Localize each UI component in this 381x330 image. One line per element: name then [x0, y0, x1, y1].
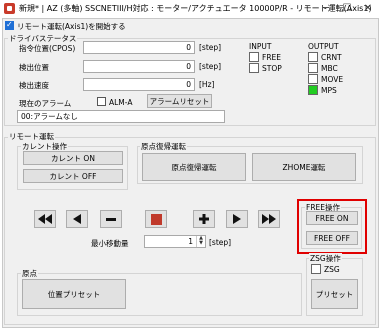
- current-on-button[interactable]: カレント ON: [23, 151, 123, 165]
- output-title: OUTPUT: [308, 42, 339, 51]
- detect-speed-field: 0: [83, 78, 195, 91]
- detect-speed-unit: [Hz]: [199, 80, 215, 89]
- jog-back-button[interactable]: [66, 210, 88, 228]
- detect-speed-label: 検出速度: [19, 81, 49, 90]
- output-move-label: MOVE: [321, 75, 344, 84]
- remote-start-label: リモート運転(Axis1)を開始する: [17, 22, 126, 31]
- output-mbc-label: MBC: [321, 64, 338, 73]
- alm-a-label: ALM-A: [109, 98, 133, 107]
- minus-icon: [106, 217, 116, 221]
- alarm-reset-button[interactable]: アラームリセット: [147, 94, 212, 108]
- alm-a-checkbox: [97, 97, 106, 106]
- double-left-icon: [38, 214, 52, 224]
- output-mbc-indicator: [308, 63, 318, 73]
- cpos-field: 0: [83, 41, 195, 54]
- min-move-label: 最小移動量: [91, 239, 129, 248]
- cpos-label: 指令位置(CPOS): [19, 44, 76, 53]
- stop-icon: [150, 213, 162, 225]
- detect-pos-label: 検出位置: [19, 63, 49, 72]
- zsg-operation-title: ZSG操作: [309, 253, 342, 264]
- origin-title: 原点: [21, 268, 38, 279]
- min-move-unit: [step]: [209, 238, 232, 247]
- right-icon: [233, 214, 241, 224]
- app-icon: [4, 3, 15, 14]
- detect-pos-unit: [step]: [199, 62, 222, 71]
- input-free-indicator: [249, 52, 259, 62]
- min-move-spinner[interactable]: ▲ ▼: [196, 236, 205, 247]
- home-return-title: 原点復帰運転: [140, 141, 187, 152]
- zhome-button[interactable]: ZHOME運転: [252, 153, 356, 181]
- output-mps-label: MPS: [321, 86, 337, 95]
- input-free-label: FREE: [262, 53, 282, 62]
- alarm-value-field: 00:アラームなし: [17, 110, 225, 123]
- position-preset-button[interactable]: 位置プリセット: [22, 279, 126, 309]
- preset-button[interactable]: プリセット: [311, 279, 358, 309]
- input-title: INPUT: [249, 42, 272, 51]
- cpos-unit: [step]: [199, 43, 222, 52]
- plus-icon: [199, 214, 209, 224]
- jog-forward-button[interactable]: [226, 210, 248, 228]
- zsg-label: ZSG: [324, 265, 340, 274]
- step-plus-button[interactable]: [193, 210, 215, 228]
- double-right-icon: [262, 214, 276, 224]
- input-stop-indicator: [249, 63, 259, 73]
- minimize-button[interactable]: ─: [316, 1, 336, 16]
- zsg-indicator: [311, 264, 321, 274]
- output-crnt-indicator: [308, 52, 318, 62]
- output-mps-indicator: [308, 85, 318, 95]
- close-button[interactable]: ✕: [358, 1, 378, 16]
- free-off-button[interactable]: FREE OFF: [306, 231, 358, 245]
- jog-fast-forward-button[interactable]: [258, 210, 280, 228]
- free-on-button[interactable]: FREE ON: [306, 211, 358, 225]
- current-alarm-label: 現在のアラーム: [19, 99, 72, 108]
- output-crnt-label: CRNT: [321, 53, 342, 62]
- current-off-button[interactable]: カレント OFF: [23, 169, 123, 183]
- left-icon: [73, 214, 81, 224]
- maximize-button[interactable]: ☐: [337, 1, 357, 16]
- title-bar: 新規* | AZ (多軸) SSCNETIII/H対応 : モーター/アクチュエ…: [0, 0, 381, 18]
- input-stop-label: STOP: [262, 64, 282, 73]
- detect-pos-field: 0: [83, 60, 195, 73]
- output-move-indicator: [308, 74, 318, 84]
- home-return-button[interactable]: 原点復帰運転: [142, 153, 246, 181]
- jog-fast-back-button[interactable]: [34, 210, 56, 228]
- step-minus-button[interactable]: [100, 210, 122, 228]
- remote-start-checkbox[interactable]: [5, 20, 14, 30]
- stop-button[interactable]: [145, 210, 167, 228]
